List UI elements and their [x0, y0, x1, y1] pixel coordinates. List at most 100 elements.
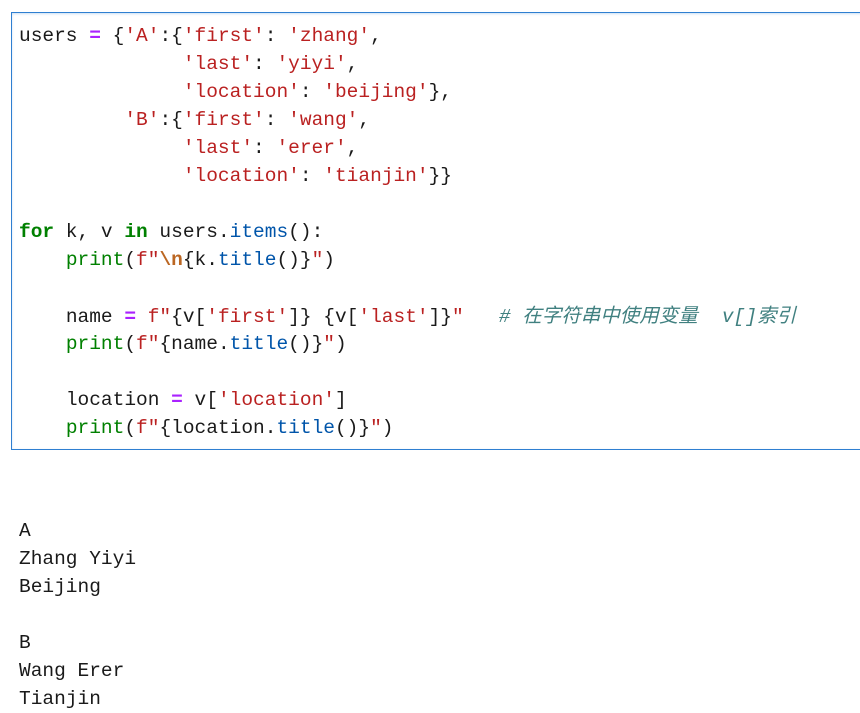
code-token: ,: [358, 109, 371, 131]
string-token: 'beijing': [323, 81, 429, 103]
operator-token: =: [89, 25, 101, 47]
code-token: k, v: [54, 221, 125, 243]
cell-output: A Zhang Yiyi Beijing B Wang Erer Tianjin: [19, 489, 136, 713]
code-token: (: [124, 333, 137, 355]
code-token: {location.: [159, 417, 277, 439]
string-token: 'last': [182, 137, 254, 159]
code-token: name: [65, 306, 125, 328]
code-token: ,: [370, 25, 382, 47]
code-line: 'last': 'erer',: [19, 134, 796, 162]
code-token: ]}: [428, 306, 453, 328]
escape-token: \n: [159, 249, 183, 271]
string-token: 'first': [206, 306, 289, 328]
code-token: :: [253, 53, 277, 75]
string-token: ": [452, 306, 464, 328]
code-line: 'location': 'beijing'},: [19, 78, 796, 106]
variable-token: users: [19, 25, 78, 47]
code-token: ()}: [334, 417, 371, 439]
code-token: ): [334, 333, 347, 355]
string-token: ": [323, 333, 335, 355]
code-line: for k, v in users.items():: [19, 218, 796, 246]
string-token: ": [370, 417, 382, 439]
code-token: },: [428, 81, 452, 103]
code-token: ): [381, 417, 394, 439]
comment-token: 索引: [756, 304, 796, 327]
code-token: ,: [346, 53, 359, 75]
code-line: print(f"\n{k.title()}"): [19, 246, 796, 274]
code-token: {name.: [159, 333, 230, 355]
output-line: B: [19, 632, 31, 654]
string-token: 'A': [124, 25, 160, 47]
keyword-token: for: [19, 221, 55, 243]
code-line: 'last': 'yiyi',: [19, 50, 796, 78]
string-token: 'last': [182, 53, 254, 75]
keyword-token: in: [124, 221, 148, 243]
code-line: print(f"{name.title()}"): [19, 330, 796, 358]
code-line: users = {'A':{'first': 'zhang',: [19, 22, 796, 50]
comment-token: #: [498, 306, 523, 328]
code-token: ():: [288, 221, 324, 243]
string-token: f": [136, 417, 160, 439]
string-token: ": [311, 249, 324, 271]
output-line: A: [19, 520, 31, 542]
code-token: (: [124, 417, 137, 439]
output-line: Beijing: [19, 576, 101, 598]
code-token: ): [323, 249, 335, 271]
code-line: print(f"{location.title()}"): [19, 414, 796, 442]
attribute-token: title: [276, 417, 335, 439]
operator-token: =: [124, 306, 137, 328]
code-token: :{: [159, 109, 183, 131]
code-line: 'location': 'tianjin'}}: [19, 162, 796, 190]
comment-token: 在字符串中使用变量: [522, 304, 711, 327]
code-line: location = v['location']: [19, 386, 796, 414]
string-token: 'location': [217, 389, 335, 411]
builtin-token: print: [65, 249, 125, 271]
string-token: 'zhang': [288, 25, 371, 47]
code-line: name = f"{v['first']} {v['last']}" # 在字符…: [19, 302, 796, 330]
string-token: 'last': [358, 306, 429, 328]
code-editor[interactable]: users = {'A' :{ 'first': 'zhang', 'last': …: [19, 22, 796, 442]
builtin-token: print: [65, 417, 125, 439]
code-line: 'B':{'first': 'wang',: [19, 106, 796, 134]
code-token: :: [253, 137, 277, 159]
builtin-token: print: [65, 333, 125, 355]
attribute-token: title: [217, 249, 277, 271]
code-token: (: [124, 249, 137, 271]
code-token: location: [65, 389, 172, 411]
string-token: 'tianjin': [323, 165, 429, 187]
operator-token: =: [171, 389, 183, 411]
code-token: ()}: [276, 249, 312, 271]
string-token: f": [147, 306, 172, 328]
attribute-token: title: [229, 333, 289, 355]
string-token: 'location': [182, 81, 300, 103]
code-token: ]: [334, 389, 347, 411]
code-token: v[: [182, 389, 218, 411]
string-token: 'yiyi': [276, 53, 347, 75]
code-token: }}: [428, 165, 452, 187]
string-token: 'first': [182, 25, 265, 47]
code-token: {: [112, 25, 125, 47]
string-token: 'B': [124, 109, 160, 131]
code-token: :: [264, 25, 289, 47]
attribute-token: items: [229, 221, 289, 243]
code-token: :: [299, 165, 324, 187]
string-token: 'wang': [288, 109, 359, 131]
output-line: Tianjin: [19, 688, 101, 710]
code-token: ,: [346, 137, 359, 159]
code-token: ]} {v[: [288, 306, 359, 328]
